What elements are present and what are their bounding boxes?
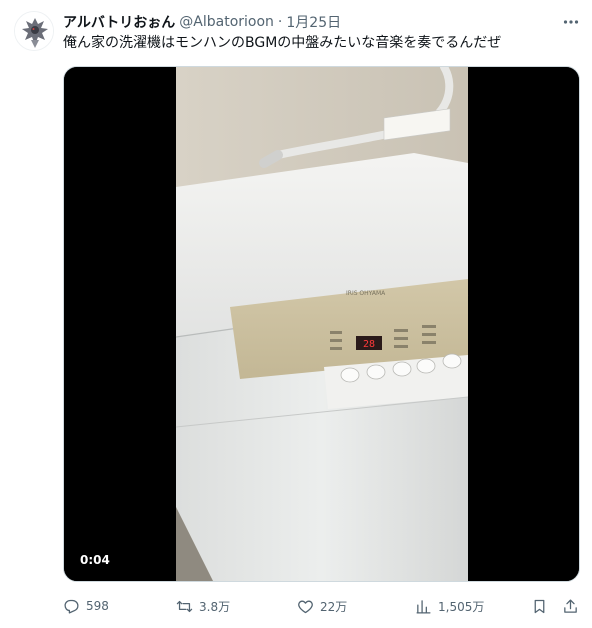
retweet-icon	[176, 600, 193, 612]
tweet-post: アルバトリおぉん @Albatorioon · 1月25日 俺ん家の洗濯機はモン…	[0, 0, 592, 628]
reply-button[interactable]: 598	[63, 596, 109, 616]
author-handle[interactable]: @Albatorioon	[179, 14, 274, 30]
header-separator: ·	[277, 14, 283, 30]
views-icon	[416, 599, 431, 614]
views-button[interactable]: 1,505万	[415, 596, 484, 616]
reply-count: 598	[86, 599, 109, 613]
like-count: 22万	[320, 599, 348, 614]
share-button[interactable]	[562, 596, 579, 616]
heart-icon	[298, 600, 313, 613]
bookmark-button[interactable]	[531, 596, 548, 616]
bookmark-icon	[534, 599, 545, 613]
author-display-name[interactable]: アルバトリおぉん	[63, 12, 175, 32]
views-count: 1,505万	[438, 599, 485, 614]
dragon-avatar-icon	[15, 12, 53, 50]
like-button[interactable]: 22万	[297, 596, 347, 616]
more-options-button[interactable]	[560, 11, 582, 33]
action-bar: 598 3.8万 22万 1,505万	[63, 596, 583, 616]
video-player[interactable]: 28 IRIS OHYAMA 0:04	[63, 66, 580, 582]
post-date[interactable]: 1月25日	[286, 12, 341, 32]
more-dots-icon	[563, 20, 579, 24]
tweet-header: アルバトリおぉん @Albatorioon · 1月25日	[63, 12, 341, 32]
author-avatar[interactable]	[14, 11, 54, 51]
retweet-count: 3.8万	[199, 599, 231, 614]
reply-icon	[64, 599, 79, 614]
washing-machine-video-frame: 28 IRIS OHYAMA	[64, 67, 579, 581]
retweet-button[interactable]: 3.8万	[176, 596, 230, 616]
machine-brand-text: IRIS OHYAMA	[346, 290, 386, 297]
tweet-text: 俺ん家の洗濯機はモンハンのBGMの中盤みたいな音楽を奏でるんだぜ	[63, 35, 502, 51]
video-timestamp: 0:04	[80, 553, 110, 567]
machine-display-readout: 28	[363, 339, 375, 350]
share-icon	[564, 598, 577, 613]
